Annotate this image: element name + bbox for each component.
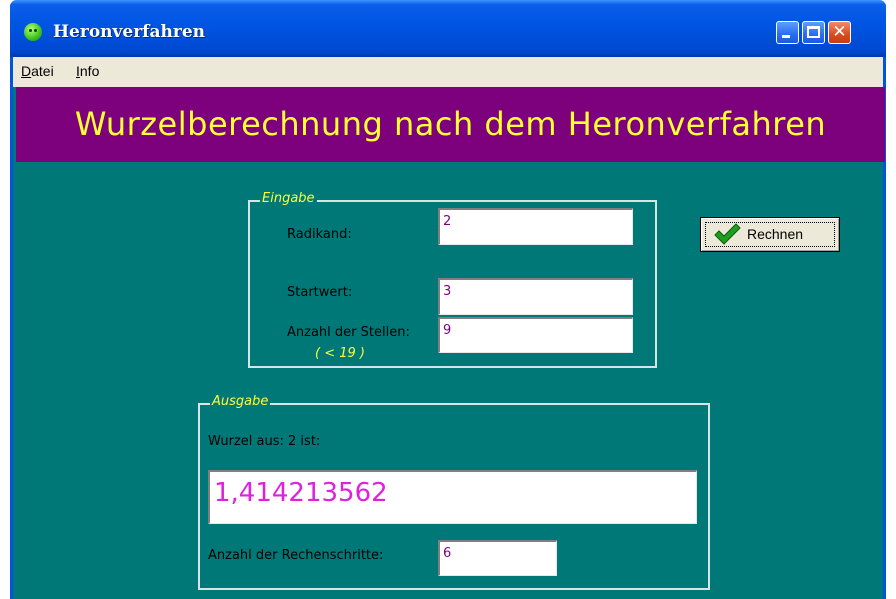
menu-datei[interactable]: Datei (21, 63, 54, 79)
checkmark-icon (714, 223, 741, 245)
stellen-hint: ( < 19 ) (315, 346, 365, 361)
rechnen-label: Rechnen (747, 226, 804, 242)
banner-title: Wurzelberechnung nach dem Heronverfahren (74, 105, 827, 143)
menu-bar: Datei Info (13, 57, 883, 87)
ausgabe-legend: Ausgabe (210, 394, 271, 409)
radikand-input[interactable]: 2 (438, 208, 633, 245)
radikand-label: Radikand: (287, 227, 352, 242)
startwert-input[interactable]: 3 (438, 278, 633, 315)
steps-label: Anzahl der Rechenschritte: (208, 548, 384, 563)
minimize-button[interactable] (776, 21, 799, 44)
stellen-label: Anzahl der Stellen: (287, 325, 410, 340)
result-label: Wurzel aus: 2 ist: (208, 434, 321, 449)
maximize-icon (807, 26, 820, 38)
app-window: Heronverfahren ✕ Datei Info Wurzelberech… (10, 0, 886, 599)
steps-output[interactable]: 6 (438, 540, 557, 576)
banner: Wurzelberechnung nach dem Heronverfahren (16, 87, 885, 162)
close-icon: ✕ (832, 22, 847, 42)
close-button[interactable]: ✕ (828, 21, 851, 44)
maximize-button[interactable] (802, 21, 825, 44)
menu-info[interactable]: Info (76, 63, 99, 79)
client-area: Wurzelberechnung nach dem Heronverfahren… (13, 87, 885, 599)
rechnen-button[interactable]: Rechnen (700, 217, 840, 252)
window-title: Heronverfahren (53, 22, 206, 42)
eingabe-legend: Eingabe (260, 191, 317, 206)
result-output[interactable]: 1,414213562 (208, 470, 697, 524)
stellen-input[interactable]: 9 (438, 317, 633, 353)
smiley-icon (24, 23, 42, 41)
startwert-label: Startwert: (287, 285, 353, 300)
minimize-icon (782, 35, 790, 38)
title-bar[interactable]: Heronverfahren ✕ (10, 0, 886, 57)
